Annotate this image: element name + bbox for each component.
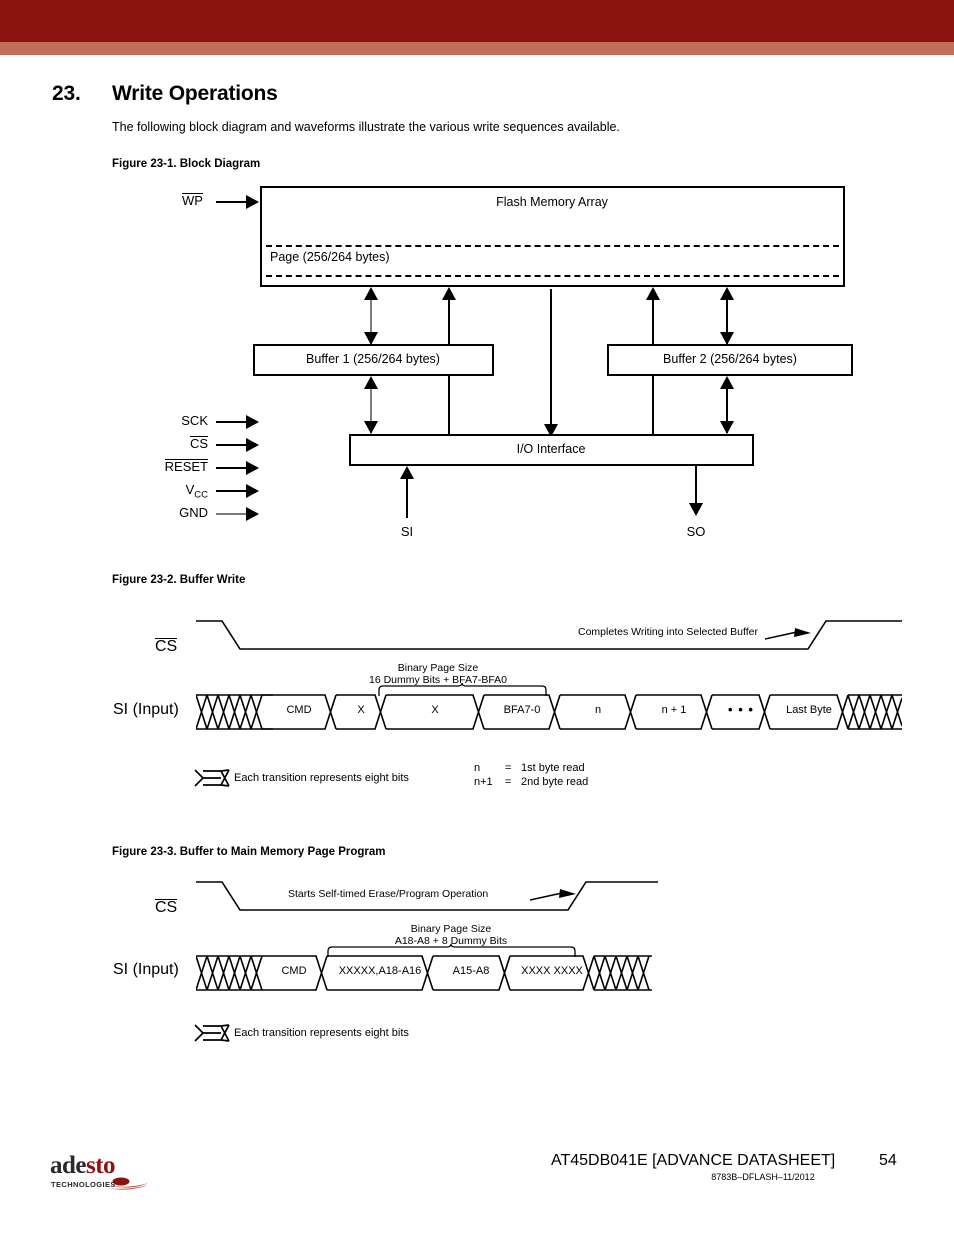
buffer2-io-line (652, 376, 654, 434)
figure2-note-0-text: 1st byte read (521, 762, 585, 774)
figure2-cs-signal-label: CS (155, 638, 178, 655)
footer-document-code: 8783B–DFLASH–11/2012 (711, 1172, 815, 1182)
pin-label-sck: SCK (181, 413, 208, 428)
wp-wire (216, 201, 248, 203)
page-region-top-dashed (266, 245, 839, 247)
figure2-cell-last-byte: Last Byte (786, 704, 832, 716)
figure2-cell-n: n (594, 704, 602, 716)
footer-page-number: 54 (879, 1152, 897, 1169)
so-line (695, 466, 697, 506)
page-label: Page (256/264 bytes) (270, 250, 390, 264)
figure2-note-0-equals: = (505, 762, 512, 774)
so-arrow-down-icon (689, 503, 703, 516)
logo-swoosh-icon (108, 1177, 149, 1190)
vcc-arrowhead-icon (246, 484, 259, 498)
reset-wire (216, 467, 248, 469)
sck-wire (216, 421, 248, 423)
page-banner-light (0, 42, 954, 55)
si-line (406, 478, 408, 518)
logo-text-part1: ade (50, 1152, 87, 1179)
gnd-wire (216, 513, 248, 515)
figure3-cell-cmd: CMD (281, 965, 307, 977)
reset-arrowhead-icon (246, 461, 259, 475)
io-flash-arrow-up-icon (646, 287, 660, 300)
buffer1-label: Buffer 1 (256/264 bytes) (306, 352, 440, 366)
figure3-brace-line1: Binary Page Size (410, 923, 492, 935)
flash-io-line (550, 289, 552, 427)
flash-buffer2-arrow-up-icon (720, 287, 734, 300)
figure2-cs-annotation: Completes Writing into Selected Buffer (578, 626, 758, 638)
figure3-si-signal-label: SI (Input) (113, 961, 179, 978)
figure2-note-1-symbol: n+1 (474, 776, 493, 788)
cs-arrowhead-icon (246, 438, 259, 452)
figure2-cell-ellipsis: • • • (728, 702, 754, 717)
pin-label-reset: RESET (164, 459, 208, 474)
figure3-legend-symbol-icon (194, 1024, 230, 1042)
sck-arrowhead-icon (246, 415, 259, 429)
logo-text-part2: sto (86, 1152, 116, 1179)
figure2-si-signal-label: SI (Input) (113, 701, 179, 718)
buffer2-io-arrow-up-icon (720, 376, 734, 389)
figure3-si-waveform (196, 955, 652, 991)
si-arrow-up-icon (400, 466, 414, 479)
flash-buffer1-arrow-up-icon (364, 287, 378, 300)
page-banner-dark (0, 0, 954, 42)
buffer1-io-line (448, 376, 450, 434)
flash-memory-array-label: Flash Memory Array (496, 195, 608, 209)
figure2-cell-x2: X (431, 704, 439, 716)
figure2-note-1-text: 2nd byte read (521, 776, 589, 788)
buffer1-io-arrow-down-icon (364, 421, 378, 434)
buffer1-flash-arrow-up-icon (442, 287, 456, 300)
figure2-legend-text: Each transition represents eight bits (234, 772, 409, 784)
page-title: Write Operations (112, 82, 278, 105)
figure-3-caption: Figure 23-3. Buffer to Main Memory Page … (112, 846, 386, 858)
section-number: 23. (52, 82, 81, 105)
so-label: SO (686, 524, 706, 539)
figure3-cell-a15: A15-A8 (452, 965, 490, 977)
buffer2-io-arrow-down-icon (720, 421, 734, 434)
pin-label-cs: CS (189, 436, 208, 451)
figure2-note-0-symbol: n (474, 762, 481, 774)
wp-arrowhead-icon (246, 195, 259, 209)
figure3-cs-signal-label: CS (155, 899, 178, 916)
figure3-cs-annotation: Starts Self-timed Erase/Program Operatio… (288, 888, 489, 900)
figure2-cell-bfa: BFA7-0 (503, 704, 541, 716)
figure3-cell-dummy: XXXX XXXX (521, 965, 583, 977)
page-region-bottom-dashed (266, 275, 839, 277)
buffer1-io-arrow-up-icon (364, 376, 378, 389)
io-interface-label: I/O Interface (516, 442, 586, 456)
figure3-cs-annotation-arrow-icon (530, 889, 576, 901)
pin-label-vcc: VCC (185, 482, 208, 501)
cs-wire (216, 444, 248, 446)
figure-2-caption: Figure 23-2. Buffer Write (112, 574, 246, 586)
figure3-cell-a18: XXXXX,A18-A16 (338, 965, 422, 977)
figure2-brace-line1: Binary Page Size (397, 662, 479, 674)
buffer2-label: Buffer 2 (256/264 bytes) (663, 352, 797, 366)
section-intro-text: The following block diagram and waveform… (112, 120, 620, 134)
si-label: SI (400, 524, 414, 539)
figure2-cell-cmd: CMD (286, 704, 312, 716)
figure2-cell-n-plus-1: n + 1 (661, 704, 687, 716)
pin-label-wp: WP (182, 193, 203, 208)
figure2-cs-annotation-arrow-icon (765, 628, 811, 640)
vcc-wire (216, 490, 248, 492)
footer-document-title: AT45DB041E [ADVANCE DATASHEET] (551, 1152, 836, 1169)
pin-label-gnd: GND (179, 505, 208, 520)
figure-1-caption: Figure 23-1. Block Diagram (112, 158, 261, 170)
figure2-cell-x1: X (357, 704, 365, 716)
gnd-arrowhead-icon (246, 507, 259, 521)
figure3-legend-text: Each transition represents eight bits (234, 1027, 409, 1039)
figure2-legend-symbol-icon (194, 769, 230, 787)
figure2-note-1-equals: = (505, 776, 512, 788)
